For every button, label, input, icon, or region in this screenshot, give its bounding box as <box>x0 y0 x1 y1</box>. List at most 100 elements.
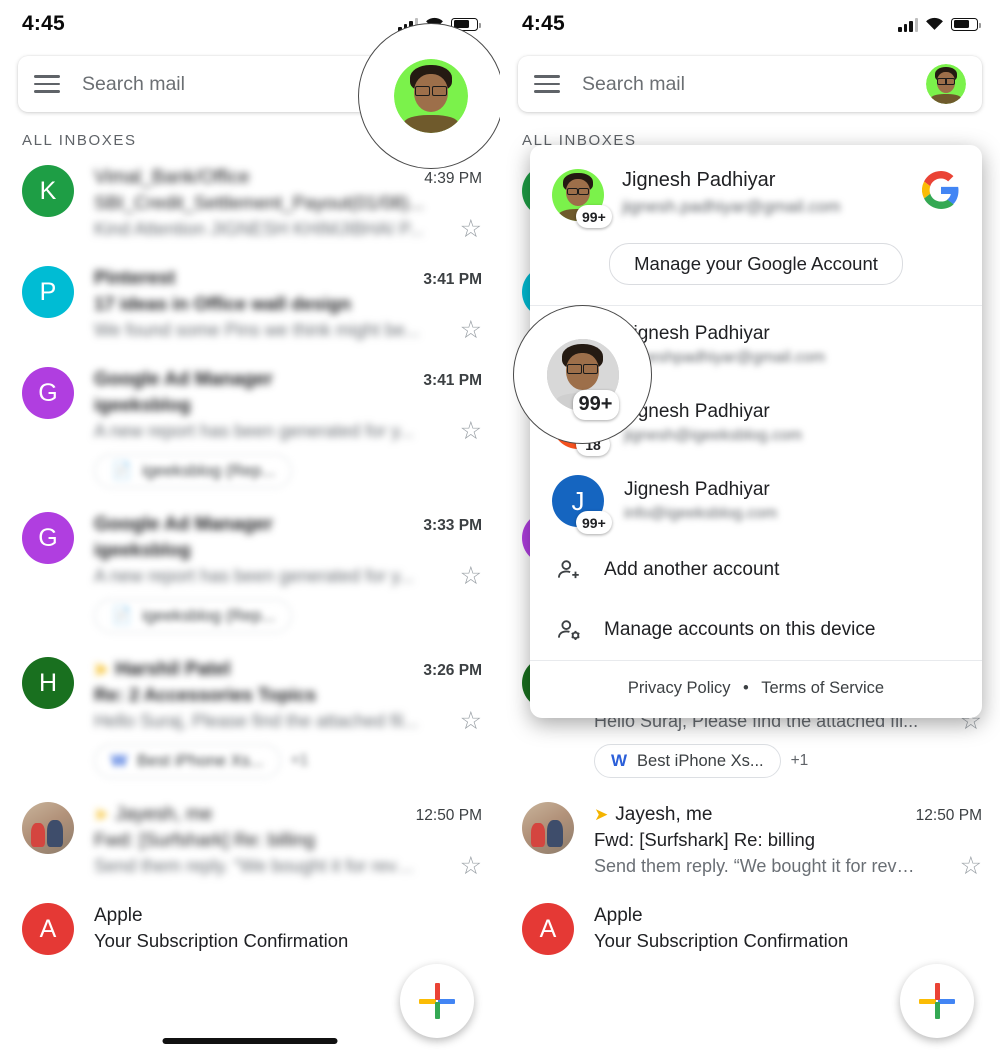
attachment-label: Best iPhone Xs... <box>637 752 764 771</box>
mail-time: 12:50 PM <box>906 807 982 825</box>
word-doc-icon: W <box>611 751 627 771</box>
mail-sender: Google Ad Manager <box>94 369 413 391</box>
primary-account-header[interactable]: 99+ Jignesh Padhiyar jignesh.padhiyar@gm… <box>530 145 982 221</box>
star-outline-icon[interactable]: ☆ <box>452 709 482 734</box>
mail-row[interactable]: ➤Jayesh, me 12:50 PM Fwd: [Surfshark] Re… <box>0 790 500 891</box>
attachment-label: igeeksblog (Rep... <box>142 607 275 626</box>
mail-row[interactable]: ➤Jayesh, me12:50 PM Fwd: [Surfshark] Re:… <box>500 790 1000 891</box>
mail-time: 3:26 PM <box>413 662 482 680</box>
hamburger-menu-icon[interactable] <box>34 75 60 92</box>
compose-button[interactable] <box>400 964 474 1038</box>
attachment-label: Best iPhone Xs... <box>137 752 264 771</box>
account-avatar-button[interactable] <box>926 64 966 104</box>
mail-sender: ➤Harshil Patel <box>94 659 413 681</box>
avatar-highlight-circle <box>358 23 500 169</box>
right-phone-panel: 4:45 Search mail <box>500 0 1000 1060</box>
mail-row[interactable]: A Apple Your Subscription Confirmation <box>0 891 500 967</box>
mail-time: 3:41 PM <box>413 372 482 390</box>
search-input[interactable]: Search mail <box>582 73 685 96</box>
unread-badge: 99+ <box>576 205 612 228</box>
star-outline-icon[interactable]: ☆ <box>952 854 982 879</box>
sender-avatar-photo <box>522 802 574 854</box>
avatar-initial: P <box>40 278 57 307</box>
account-email: info@igeeksblog.com <box>624 505 960 523</box>
avatar-initial: K <box>40 177 57 206</box>
attachment-chip[interactable]: 📄 igeeksblog (Rep... <box>94 599 292 633</box>
compose-plus-icon <box>419 983 455 1019</box>
mail-snippet: Hello Suraj, Please find the attached fi… <box>94 711 452 732</box>
sender-avatar: K <box>22 165 74 217</box>
attachment-label: igeeksblog (Rep... <box>142 462 275 481</box>
star-outline-icon[interactable]: ☆ <box>452 217 482 242</box>
attachment-chip[interactable]: 📄 igeeksblog (Rep... <box>94 454 292 488</box>
avatar-initial: A <box>40 915 57 944</box>
sender-avatar: A <box>522 903 574 955</box>
star-outline-icon[interactable]: ☆ <box>452 318 482 343</box>
mail-row[interactable]: G Google Ad Manager 3:33 PM igeeksblog A… <box>0 500 500 645</box>
search-input[interactable]: Search mail <box>82 73 185 96</box>
mail-subject: Your Subscription Confirmation <box>594 930 982 952</box>
star-outline-icon[interactable]: ☆ <box>452 419 482 444</box>
mail-sender: Apple <box>594 905 982 927</box>
unread-badge: 99+ <box>576 511 612 534</box>
search-bar[interactable]: Search mail <box>518 56 982 112</box>
account-email: jigneshpadhiyar@gmail.com <box>624 349 960 367</box>
mail-subject: Your Subscription Confirmation <box>94 930 482 952</box>
forwarded-arrow-icon: ➤ <box>594 805 608 824</box>
account-name: Jignesh Padhiyar <box>624 323 960 345</box>
mail-sender: Vimal_Bank/Office <box>94 167 414 189</box>
account-name: Jignesh Padhiyar <box>624 479 960 501</box>
status-time: 4:45 <box>22 12 65 36</box>
mail-subject: Re: 2 Accessories Topics <box>94 684 482 706</box>
account-avatar-icon <box>394 59 468 133</box>
battery-icon <box>951 18 978 31</box>
add-person-icon <box>552 557 586 583</box>
status-time: 4:45 <box>522 12 565 36</box>
account-row[interactable]: J 99+ Jignesh Padhiyar info@igeeksblog.c… <box>530 462 982 540</box>
terms-of-service-link[interactable]: Terms of Service <box>761 679 884 697</box>
star-outline-icon[interactable]: ☆ <box>452 854 482 879</box>
add-another-account-item[interactable]: Add another account <box>530 540 982 600</box>
attachment-chip[interactable]: W Best iPhone Xs... <box>94 744 281 778</box>
mail-sender: Pinterest <box>94 268 413 290</box>
mail-subject: igeeksblog <box>94 539 482 561</box>
privacy-policy-link[interactable]: Privacy Policy <box>628 679 731 697</box>
attachment-extra-count: +1 <box>791 752 809 770</box>
home-indicator <box>663 1038 838 1044</box>
account-name: Jignesh Padhiyar <box>622 169 922 192</box>
mail-time: 12:50 PM <box>406 807 482 825</box>
compose-button[interactable] <box>900 964 974 1038</box>
sender-avatar: G <box>22 367 74 419</box>
account-email: jignesh.padhiyar@gmail.com <box>622 197 922 217</box>
mail-row[interactable]: P Pinterest 3:41 PM 17 ideas in Office w… <box>0 254 500 355</box>
screenshot-stage: 4:45 Search mail <box>0 0 1000 1060</box>
mail-sender: Apple <box>94 905 482 927</box>
sender-avatar: P <box>22 266 74 318</box>
avatar-initial: A <box>540 915 557 944</box>
file-attachment-icon: 📄 <box>111 461 132 481</box>
unread-badge: 99+ <box>573 390 619 420</box>
mail-row[interactable]: H ➤Harshil Patel 3:26 PM Re: 2 Accessori… <box>0 645 500 790</box>
attachment-chip[interactable]: W Best iPhone Xs... <box>594 744 781 778</box>
manage-google-account-button[interactable]: Manage your Google Account <box>609 243 903 285</box>
wifi-icon <box>925 17 944 31</box>
account-avatar-highlight-circle: 99+ <box>513 305 652 444</box>
mail-subject: SBI_Credit_Settlement_Payout(01/08)... <box>94 192 482 214</box>
file-attachment-icon: 📄 <box>111 606 132 626</box>
mail-snippet: We found some Pins we think might be... <box>94 320 452 341</box>
hamburger-menu-icon[interactable] <box>534 75 560 92</box>
manage-accounts-item[interactable]: Manage accounts on this device <box>530 600 982 660</box>
mail-row[interactable]: A Apple Your Subscription Confirmation <box>500 891 1000 967</box>
mail-sender: ➤Jayesh, me <box>594 804 906 826</box>
sender-avatar: H <box>22 657 74 709</box>
footer-separator: • <box>735 679 757 697</box>
menu-label: Manage accounts on this device <box>586 619 875 641</box>
mail-subject: Fwd: [Surfshark] Re: billing <box>94 829 482 851</box>
cellular-signal-icon <box>898 17 918 32</box>
avatar-initial: G <box>38 379 57 408</box>
mail-row[interactable]: G Google Ad Manager 3:41 PM igeeksblog A… <box>0 355 500 500</box>
account-avatar-icon <box>926 64 966 104</box>
star-outline-icon[interactable]: ☆ <box>452 564 482 589</box>
forwarded-arrow-icon: ➤ <box>94 805 108 824</box>
mail-sender: Google Ad Manager <box>94 514 413 536</box>
